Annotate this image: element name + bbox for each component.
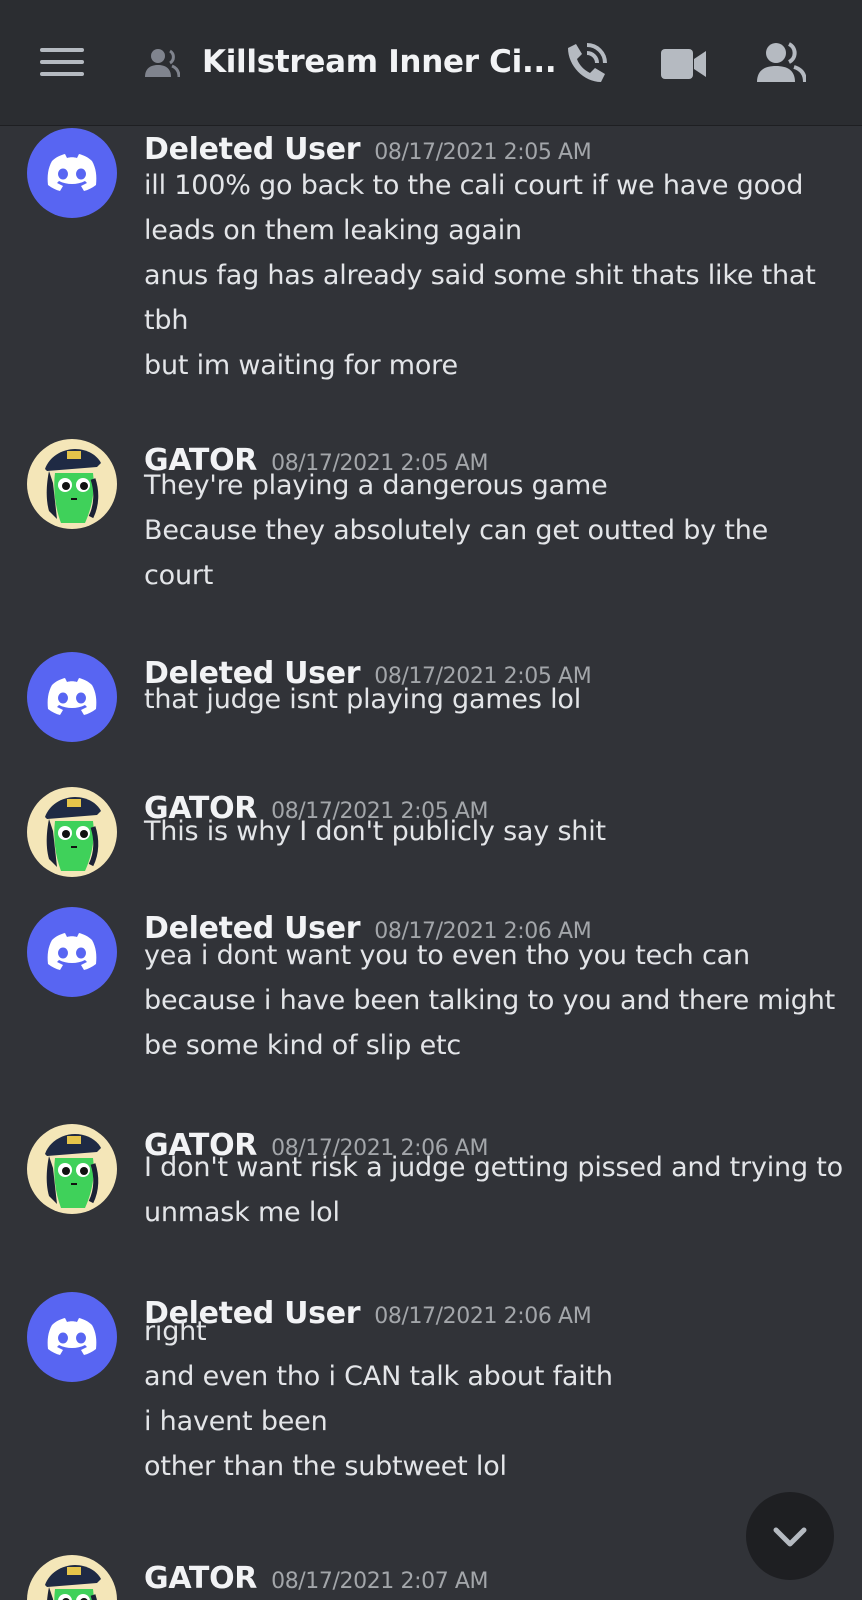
author-name-text[interactable]: GATOR (144, 1561, 257, 1596)
author-name-text[interactable]: Deleted User (144, 132, 361, 167)
gator-avatar[interactable] (27, 439, 117, 529)
message-text: yea i dont want you to even tho you tech… (144, 940, 750, 971)
message-text: court (144, 560, 214, 591)
message-text: anus fag has already said some shit that… (144, 260, 816, 291)
message-text: They're playing a dangerous game (144, 470, 608, 501)
channel-header: Killstream Inner Ci... (0, 0, 862, 126)
message-text: This is why I don't publicly say shit (144, 816, 606, 847)
menu-icon[interactable] (40, 48, 84, 78)
gator-avatar[interactable] (27, 1555, 117, 1600)
author-name[interactable]: Deleted User 08/17/2021 2:06 AM (144, 1296, 592, 1331)
message-timestamp: 08/17/2021 2:07 AM (271, 1569, 489, 1594)
author-name[interactable]: Deleted User 08/17/2021 2:05 AM (144, 132, 592, 167)
message-text: Because they absolutely can get outted b… (144, 515, 769, 546)
message-text: I don't want risk a judge getting pissed… (144, 1152, 843, 1183)
message-timestamp: 08/17/2021 2:06 AM (374, 1304, 592, 1329)
chevron-down-icon (773, 1527, 807, 1547)
message-timestamp: 08/17/2021 2:05 AM (374, 140, 592, 165)
member-icon (145, 49, 180, 78)
message-text: and even tho i CAN talk about faith (144, 1361, 613, 1392)
discord-logo-avatar[interactable] (27, 907, 117, 997)
message-text: i havent been (144, 1406, 328, 1437)
message-text: that judge isnt playing games lol (144, 684, 582, 715)
gator-avatar[interactable] (27, 787, 117, 877)
video-camera-icon[interactable] (660, 46, 708, 82)
message-text: tbh (144, 305, 189, 336)
discord-logo-avatar[interactable] (27, 652, 117, 742)
message-text: unmask me lol (144, 1197, 340, 1228)
author-name[interactable]: GATOR 08/17/2021 2:07 AM (144, 1561, 489, 1596)
members-icon[interactable] (756, 42, 806, 84)
message-text: ill 100% go back to the cali court if we… (144, 170, 804, 201)
message-text: be some kind of slip etc (144, 1030, 462, 1061)
message-text: right (144, 1316, 207, 1347)
message-text: because i have been talking to you and t… (144, 985, 835, 1016)
message-text: leads on them leaking again (144, 215, 522, 246)
message-text: other than the subtweet lol (144, 1451, 507, 1482)
discord-logo-avatar[interactable] (27, 128, 117, 218)
discord-logo-avatar[interactable] (27, 1292, 117, 1382)
phone-call-icon[interactable] (562, 40, 610, 88)
jump-to-present-button[interactable] (746, 1492, 834, 1580)
message-text: but im waiting for more (144, 350, 458, 381)
channel-title[interactable]: Killstream Inner Ci... (202, 44, 557, 80)
gator-avatar[interactable] (27, 1124, 117, 1214)
